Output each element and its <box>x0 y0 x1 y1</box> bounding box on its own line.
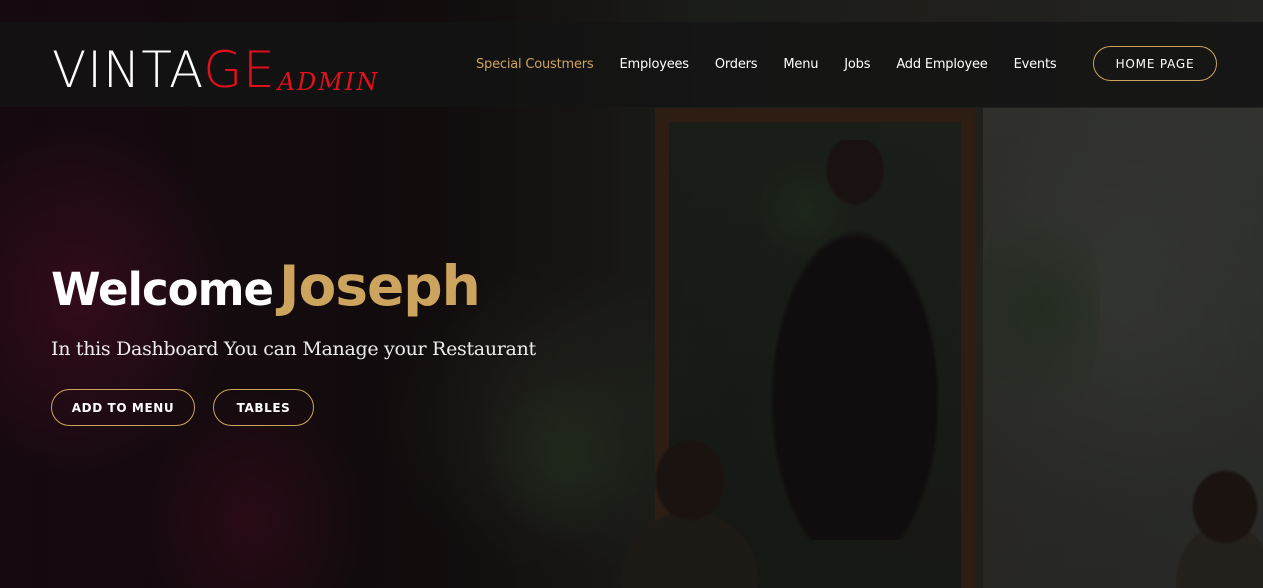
nav-item-orders[interactable]: Orders <box>715 57 758 72</box>
main-nav: Special Coustmers Employees Orders Menu … <box>476 22 1082 107</box>
nav-item-menu[interactable]: Menu <box>783 57 818 72</box>
nav-item-events[interactable]: Events <box>1014 57 1057 72</box>
add-to-menu-button[interactable]: ADD TO MENU <box>51 389 195 426</box>
nav-item-employees[interactable]: Employees <box>620 57 690 72</box>
logo-prefix: VINTA <box>52 41 204 99</box>
home-page-button[interactable]: HOME PAGE <box>1093 46 1217 81</box>
logo-subtitle: ADMIN <box>277 68 380 96</box>
nav-item-special-customers[interactable]: Special Coustmers <box>476 57 594 72</box>
logo-text: VINTAGE <box>52 44 276 96</box>
tables-button[interactable]: TABLES <box>213 389 314 426</box>
top-navbar: VINTAGE ADMIN Special Coustmers Employee… <box>0 22 1263 107</box>
nav-item-add-employee[interactable]: Add Employee <box>896 57 987 72</box>
brand-logo[interactable]: VINTAGE ADMIN <box>52 36 379 96</box>
hero-title: Welcome Joseph <box>51 254 481 318</box>
hero-welcome-text: Welcome <box>51 263 274 316</box>
nav-item-jobs[interactable]: Jobs <box>844 57 870 72</box>
logo-red-letters: GE <box>203 41 276 99</box>
hero-subtitle: In this Dashboard You can Manage your Re… <box>51 338 536 360</box>
hero-user-name: Joseph <box>278 254 481 318</box>
